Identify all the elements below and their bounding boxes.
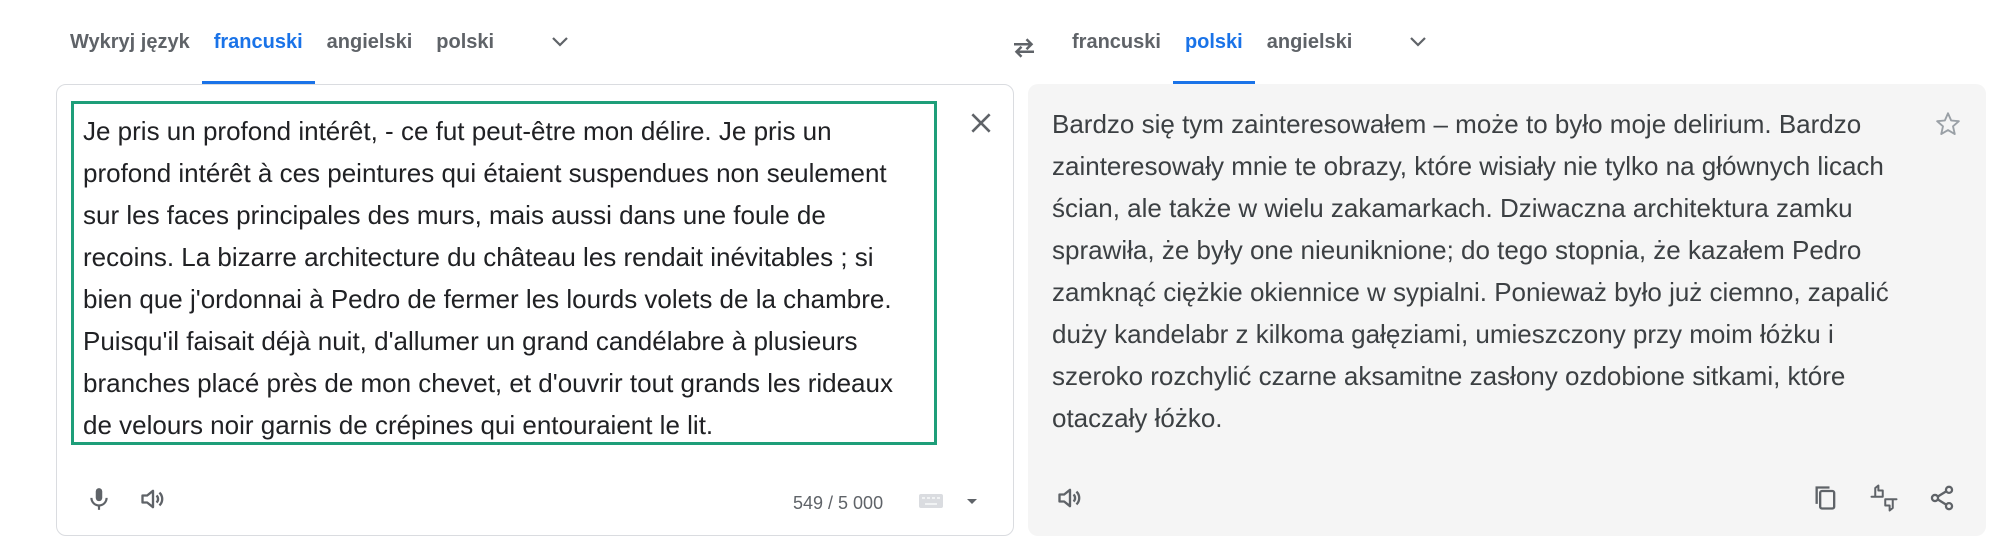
share-translation-button[interactable] [1918,474,1966,522]
target-tab-polish[interactable]: polski [1172,0,1255,84]
source-tab-french[interactable]: francuski [201,0,315,84]
microphone-icon [90,488,108,510]
source-more-languages-button[interactable] [536,18,584,66]
source-tab-detect[interactable]: Wykryj język [58,0,202,84]
translation-output: Bardzo się tym zainteresowałem – może to… [1052,109,1889,433]
target-language-bar: francuski polski angielski [1060,0,1442,84]
star-icon [1936,112,1960,135]
keyboard-icon [919,494,943,508]
source-panel: Je pris un profond intérêt, - ce fut peu… [56,84,1014,536]
share-icon [1930,485,1954,511]
close-icon [971,113,991,133]
target-tab-french[interactable]: francuski [1060,0,1173,84]
tab-label: polski [1184,30,1243,53]
source-tab-polish[interactable]: polski [424,0,506,84]
listen-source-button[interactable] [129,475,177,523]
listen-translation-button[interactable] [1046,474,1094,522]
feedback-icon [1870,484,1898,512]
tab-label: Wykryj język [70,30,190,53]
tab-label: polski [436,30,495,53]
swap-arrows-icon [1014,38,1034,58]
tab-label: angielski [326,30,413,53]
save-translation-button[interactable] [1924,100,1972,148]
tab-label: francuski [1072,30,1161,53]
tab-label: francuski [213,30,303,53]
source-tab-english[interactable]: angielski [315,0,425,84]
rate-translation-button[interactable] [1860,474,1908,522]
target-tab-english[interactable]: angielski [1255,0,1365,84]
clear-source-button[interactable] [957,99,1005,147]
target-panel: Bardzo się tym zainteresowałem – może to… [1028,84,1986,536]
target-more-languages-button[interactable] [1394,18,1442,66]
chevron-down-icon [552,37,568,47]
speaker-icon [1058,488,1081,508]
source-text-input[interactable]: Je pris un profond intérêt, - ce fut peu… [71,101,937,445]
copy-icon [1815,486,1836,510]
dropdown-arrow-icon [967,499,977,504]
swap-languages-button[interactable] [1000,24,1048,72]
chevron-down-icon [1410,37,1427,47]
voice-input-button[interactable] [75,475,123,523]
input-tools-dropdown[interactable] [957,477,987,525]
input-tools-button[interactable] [911,477,951,525]
source-language-bar: Wykryj język francuski angielski polski [58,0,584,84]
tab-label: angielski [1266,30,1353,53]
character-counter: 549 / 5 000 [793,493,884,513]
copy-translation-button[interactable] [1802,474,1850,522]
speaker-icon [141,489,164,509]
